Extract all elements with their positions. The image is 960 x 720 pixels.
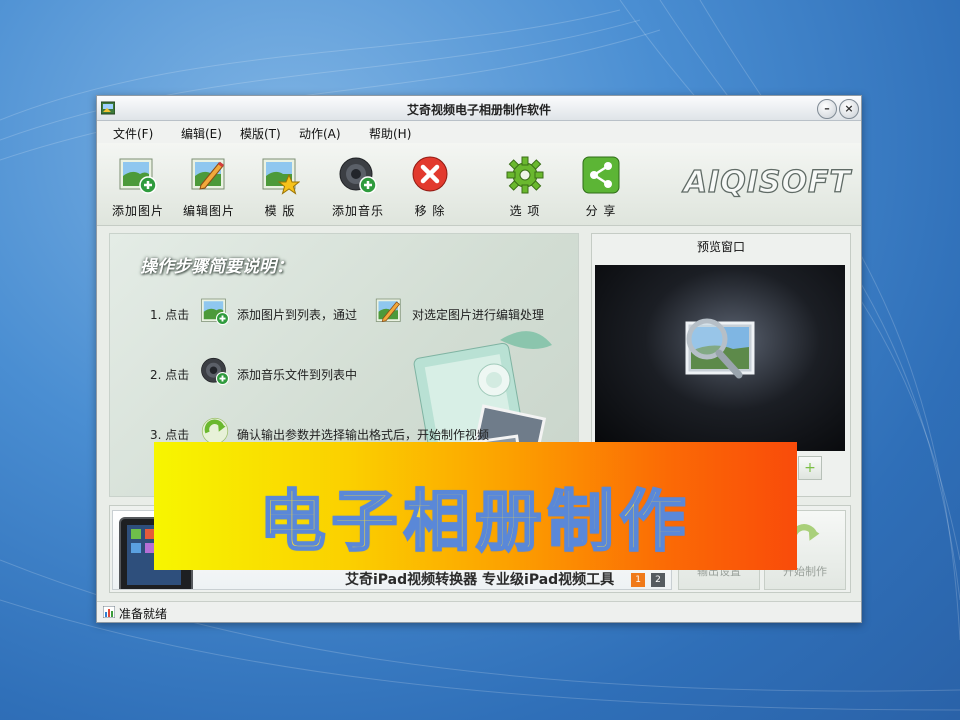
add-picture-icon: [119, 158, 157, 194]
add-music-icon: [201, 357, 230, 386]
close-button[interactable]: ×: [839, 99, 859, 119]
share-button[interactable]: 分 享: [573, 155, 629, 219]
template-icon: [262, 158, 301, 195]
title-bar[interactable]: 艾奇视频电子相册制作软件 – ×: [97, 96, 861, 121]
remove-icon: [412, 156, 448, 192]
step-2-prefix: 2. 点击: [150, 368, 190, 382]
ad-page-1[interactable]: 1: [631, 573, 646, 587]
status-chart-icon: [103, 606, 115, 618]
overlay-title: 电子相册制作: [258, 482, 692, 562]
template-button[interactable]: 模 版: [252, 155, 308, 219]
gear-icon: [506, 156, 544, 194]
edit-picture-label: 编辑图片: [182, 204, 235, 218]
menu-file[interactable]: 文件(F): [113, 125, 153, 142]
add-music-label: 添加音乐: [331, 204, 384, 218]
menu-help[interactable]: 帮助(H): [369, 125, 411, 142]
menu-edit[interactable]: 编辑(E): [181, 125, 222, 142]
preview-title: 预览窗口: [696, 240, 745, 254]
template-label: 模 版: [264, 204, 296, 218]
options-button[interactable]: 选 项: [497, 155, 553, 219]
add-preview-button[interactable]: +: [798, 456, 822, 480]
status-text: 准备就绪: [119, 607, 168, 621]
step-1-mid: 添加图片到列表，通过: [237, 308, 358, 322]
step-1-prefix: 1. 点击: [150, 308, 190, 322]
step-2-suffix: 添加音乐文件到列表中: [237, 368, 358, 382]
minimize-button[interactable]: –: [817, 99, 837, 119]
status-bar: 准备就绪: [97, 601, 861, 622]
step-3-prefix: 3. 点击: [150, 428, 190, 442]
menu-template[interactable]: 模版(T): [240, 125, 281, 142]
ad-page-2[interactable]: 2: [651, 573, 665, 587]
remove-label: 移 除: [414, 204, 446, 218]
menu-bar: 文件(F) 编辑(E) 模版(T) 动作(A) 帮助(H): [97, 121, 861, 143]
share-icon: [582, 156, 620, 194]
add-picture-icon: [201, 298, 230, 326]
menu-action[interactable]: 动作(A): [299, 125, 341, 142]
share-label: 分 享: [585, 204, 617, 218]
remove-button[interactable]: 移 除: [402, 155, 458, 219]
preview-area: [595, 265, 845, 451]
options-label: 选 项: [509, 204, 541, 218]
add-picture-button[interactable]: 添加图片: [110, 155, 166, 219]
overlay-banner: 电子相册制作: [154, 442, 797, 570]
window-title: 艾奇视频电子相册制作软件: [406, 103, 551, 117]
add-music-icon: [339, 157, 377, 194]
ad-text: 艾奇iPad视频转换器 专业级iPad视频工具: [345, 572, 615, 588]
edit-picture-button[interactable]: 编辑图片: [181, 155, 237, 219]
step-3-suffix: 确认输出参数并选择输出格式后，开始制作视频: [237, 428, 490, 442]
brand-logo: AIQISOFT: [683, 164, 851, 200]
add-picture-label: 添加图片: [111, 204, 164, 218]
instructions-title: 操作步骤简要说明：: [140, 257, 293, 277]
add-music-button[interactable]: 添加音乐: [330, 155, 386, 219]
magnifier-icon: [685, 318, 755, 379]
ad-pagination: 1 2: [629, 571, 665, 587]
edit-picture-icon: [191, 158, 225, 190]
edit-picture-icon: [375, 298, 401, 322]
step-1-suffix: 对选定图片进行编辑处理: [412, 308, 545, 322]
toolbar: 添加图片 编辑图片 模 版 添加音乐 移 除 选 项 分 享 AIQISOFT: [97, 143, 861, 226]
